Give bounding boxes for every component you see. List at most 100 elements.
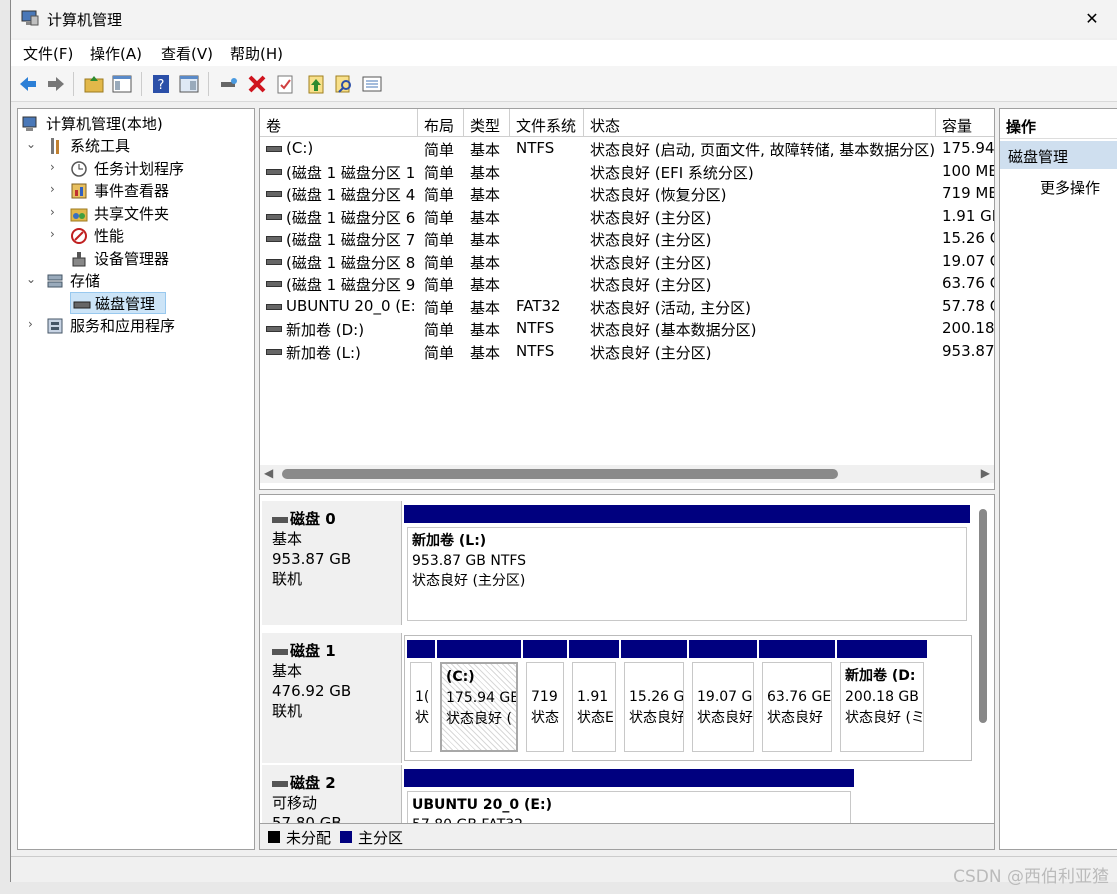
forward-arrow-icon[interactable] — [45, 73, 67, 95]
close-button[interactable]: ✕ — [1079, 6, 1105, 32]
scroll-right-icon[interactable]: ▶ — [981, 466, 990, 480]
chevron-right-icon[interactable]: › — [50, 227, 62, 241]
connect-icon[interactable] — [218, 73, 240, 95]
scroll-left-icon[interactable]: ◀ — [264, 466, 273, 480]
disk-2-info[interactable]: 磁盘 2 可移动 57.80 GB — [262, 765, 402, 823]
disk-1-partition[interactable]: (C:) 175.94 GE 状态良好 ( — [437, 640, 521, 756]
storage-icon — [47, 274, 63, 288]
legend-unallocated-swatch — [268, 831, 280, 843]
actions-pane: 操作 磁盘管理 更多操作 — [999, 108, 1117, 850]
disk-1-partition[interactable]: 1(状 — [407, 640, 435, 756]
tree-item-device-manager[interactable]: 设备管理器 — [22, 248, 252, 270]
disk-1-partition[interactable]: 19.07 G 状态良好 — [689, 640, 757, 756]
chevron-down-icon[interactable]: ⌄ — [26, 137, 38, 151]
help-icon[interactable]: ? — [150, 73, 172, 95]
more-actions-link[interactable]: 更多操作 — [1040, 177, 1100, 198]
table-row[interactable]: 新加卷 (L:) 简单 基本 NTFS 状态良好 (主分区) 953.87 — [260, 341, 994, 364]
properties-icon[interactable] — [274, 73, 296, 95]
actions-header: 操作 — [1000, 109, 1117, 139]
table-row[interactable]: (C:) 简单 基本 NTFS 状态良好 (启动, 页面文件, 故障转储, 基本数据分区… — [260, 138, 994, 161]
search-icon[interactable] — [333, 73, 355, 95]
table-row[interactable]: (磁盘 1 磁盘分区 9)简单基本状态良好 (主分区)63.76 G — [260, 273, 994, 296]
disk-graphical-view: 磁盘 0 基本 953.87 GB 联机 新加卷 (L:) 953.87 GB … — [259, 494, 995, 824]
title-bar: 计算机管理 ✕ — [11, 0, 1117, 38]
legend-primary-label: 主分区 — [358, 829, 404, 847]
actions-section-disk-management[interactable]: 磁盘管理 — [1000, 141, 1117, 169]
column-layout[interactable]: 布局 — [418, 109, 464, 137]
column-volume[interactable]: 卷 — [260, 109, 418, 137]
column-status[interactable]: 状态 — [584, 109, 936, 137]
table-row[interactable]: (磁盘 1 磁盘分区 7)简单基本状态良好 (主分区)15.26 G — [260, 228, 994, 251]
table-row[interactable]: 新加卷 (D:) 简单 基本 NTFS 状态良好 (基本数据分区) 200.18 — [260, 318, 994, 341]
volume-icon — [266, 281, 282, 287]
disk-1-info[interactable]: 磁盘 1 基本 476.92 GB 联机 — [262, 633, 402, 763]
tree-item-performance[interactable]: › 性能 — [22, 225, 252, 247]
export-icon[interactable] — [305, 73, 327, 95]
tree-item-storage[interactable]: ⌄ 存储 — [22, 270, 252, 292]
table-row[interactable]: (磁盘 1 磁盘分区 8)简单基本状态良好 (主分区)19.07 G — [260, 251, 994, 274]
center-pane: 卷 布局 类型 文件系统 状态 容量 (C:) 简单 基本 NTFS 状态良好 (启动,… — [259, 108, 995, 850]
device-manager-icon — [72, 252, 86, 267]
menu-view[interactable]: 查看(V) — [161, 43, 213, 64]
back-arrow-icon[interactable] — [17, 73, 39, 95]
disk-2-partitions: UBUNTU 20_0 (E:) 57.80 GB FAT32 — [404, 769, 854, 823]
chevron-right-icon[interactable]: › — [28, 317, 40, 331]
list-view-icon[interactable] — [361, 73, 383, 95]
tree-item-services[interactable]: › 服务和应用程序 — [22, 315, 252, 337]
show-hide-tree-icon[interactable] — [111, 73, 133, 95]
tree-item-shared-folders[interactable]: › 共享文件夹 — [22, 203, 252, 225]
menu-action[interactable]: 操作(A) — [90, 43, 142, 64]
scrollbar-thumb[interactable] — [282, 469, 838, 479]
menu-bar: 文件(F) 操作(A) 查看(V) 帮助(H) — [11, 40, 1117, 66]
horizontal-scrollbar[interactable]: ◀ ▶ — [260, 465, 994, 483]
delete-icon[interactable] — [246, 73, 268, 95]
menu-help[interactable]: 帮助(H) — [230, 43, 283, 64]
console-tree: 计算机管理(本地) ⌄ 系统工具 › 任务计划程序 › 事件查看器 › 共享文件… — [17, 108, 255, 850]
services-icon — [47, 318, 63, 334]
tree-item-disk-management[interactable]: 磁盘管理 — [70, 292, 166, 314]
disk-1-partition[interactable]: 719 状态 — [523, 640, 567, 756]
volume-icon — [266, 146, 282, 152]
up-folder-icon[interactable] — [83, 73, 105, 95]
legend-primary-swatch — [340, 831, 352, 843]
table-row[interactable]: (磁盘 1 磁盘分区 1) 简单 基本 状态良好 (EFI 系统分区) 100 ME — [260, 161, 994, 184]
window-title: 计算机管理 — [47, 11, 123, 29]
volume-icon — [266, 258, 282, 265]
disk-1-partition[interactable]: 新加卷 (D: 200.18 GB 状态良好 (ミ — [837, 640, 927, 756]
disk-0-info[interactable]: 磁盘 0 基本 953.87 GB 联机 — [262, 501, 402, 625]
table-row[interactable]: UBUNTU 20_0 (E:) 简单 基本 FAT32 状态良好 (活动, 主分区) 5… — [260, 296, 994, 319]
tree-item-task-scheduler[interactable]: › 任务计划程序 — [22, 158, 252, 180]
vertical-scrollbar[interactable] — [979, 509, 987, 723]
chevron-right-icon[interactable]: › — [50, 160, 62, 174]
disk-1-partition[interactable]: 1.91 状态E — [569, 640, 619, 756]
tree-item-root[interactable]: 计算机管理(本地) — [22, 113, 252, 135]
legend: 未分配 主分区 — [259, 824, 995, 850]
computer-management-window: 计算机管理 ✕ 文件(F) 操作(A) 查看(V) 帮助(H) ? 计算机管理(… — [10, 0, 1117, 882]
partition-e[interactable]: UBUNTU 20_0 (E:) 57.80 GB FAT32 — [404, 769, 854, 823]
volume-icon — [266, 303, 282, 310]
partition-l[interactable]: 新加卷 (L:) 953.87 GB NTFS 状态良好 (主分区) — [404, 505, 970, 625]
volume-list: 卷 布局 类型 文件系统 状态 容量 (C:) 简单 基本 NTFS 状态良好 (启动,… — [259, 108, 995, 490]
watermark: CSDN @西伯利亚猹 — [953, 867, 1109, 887]
column-capacity[interactable]: 容量 — [936, 109, 994, 137]
disk-1-partition[interactable]: 15.26 G 状态良好 — [621, 640, 687, 756]
column-type[interactable]: 类型 — [464, 109, 510, 137]
column-filesystem[interactable]: 文件系统 — [510, 109, 584, 137]
status-bar — [11, 856, 1117, 882]
chevron-down-icon[interactable]: ⌄ — [26, 272, 38, 286]
event-viewer-icon — [71, 183, 87, 199]
chevron-right-icon[interactable]: › — [50, 182, 62, 196]
computer-management-icon — [21, 10, 39, 26]
disk-icon — [272, 648, 288, 655]
tree-item-system-tools[interactable]: ⌄ 系统工具 — [22, 135, 252, 157]
legend-unallocated-label: 未分配 — [286, 829, 332, 847]
volume-icon — [266, 213, 282, 220]
console-view-icon[interactable] — [178, 73, 200, 95]
disk-1-partition[interactable]: 63.76 GE 状态良好 — [759, 640, 835, 756]
table-row[interactable]: (磁盘 1 磁盘分区 6)简单基本状态良好 (主分区)1.91 GE — [260, 206, 994, 229]
table-row[interactable]: (磁盘 1 磁盘分区 4) 简单 基本 状态良好 (恢复分区) 719 ME — [260, 183, 994, 206]
tree-item-event-viewer[interactable]: › 事件查看器 — [22, 180, 252, 202]
toolbar: ? — [11, 66, 1117, 102]
menu-file[interactable]: 文件(F) — [23, 43, 73, 64]
chevron-right-icon[interactable]: › — [50, 205, 62, 219]
